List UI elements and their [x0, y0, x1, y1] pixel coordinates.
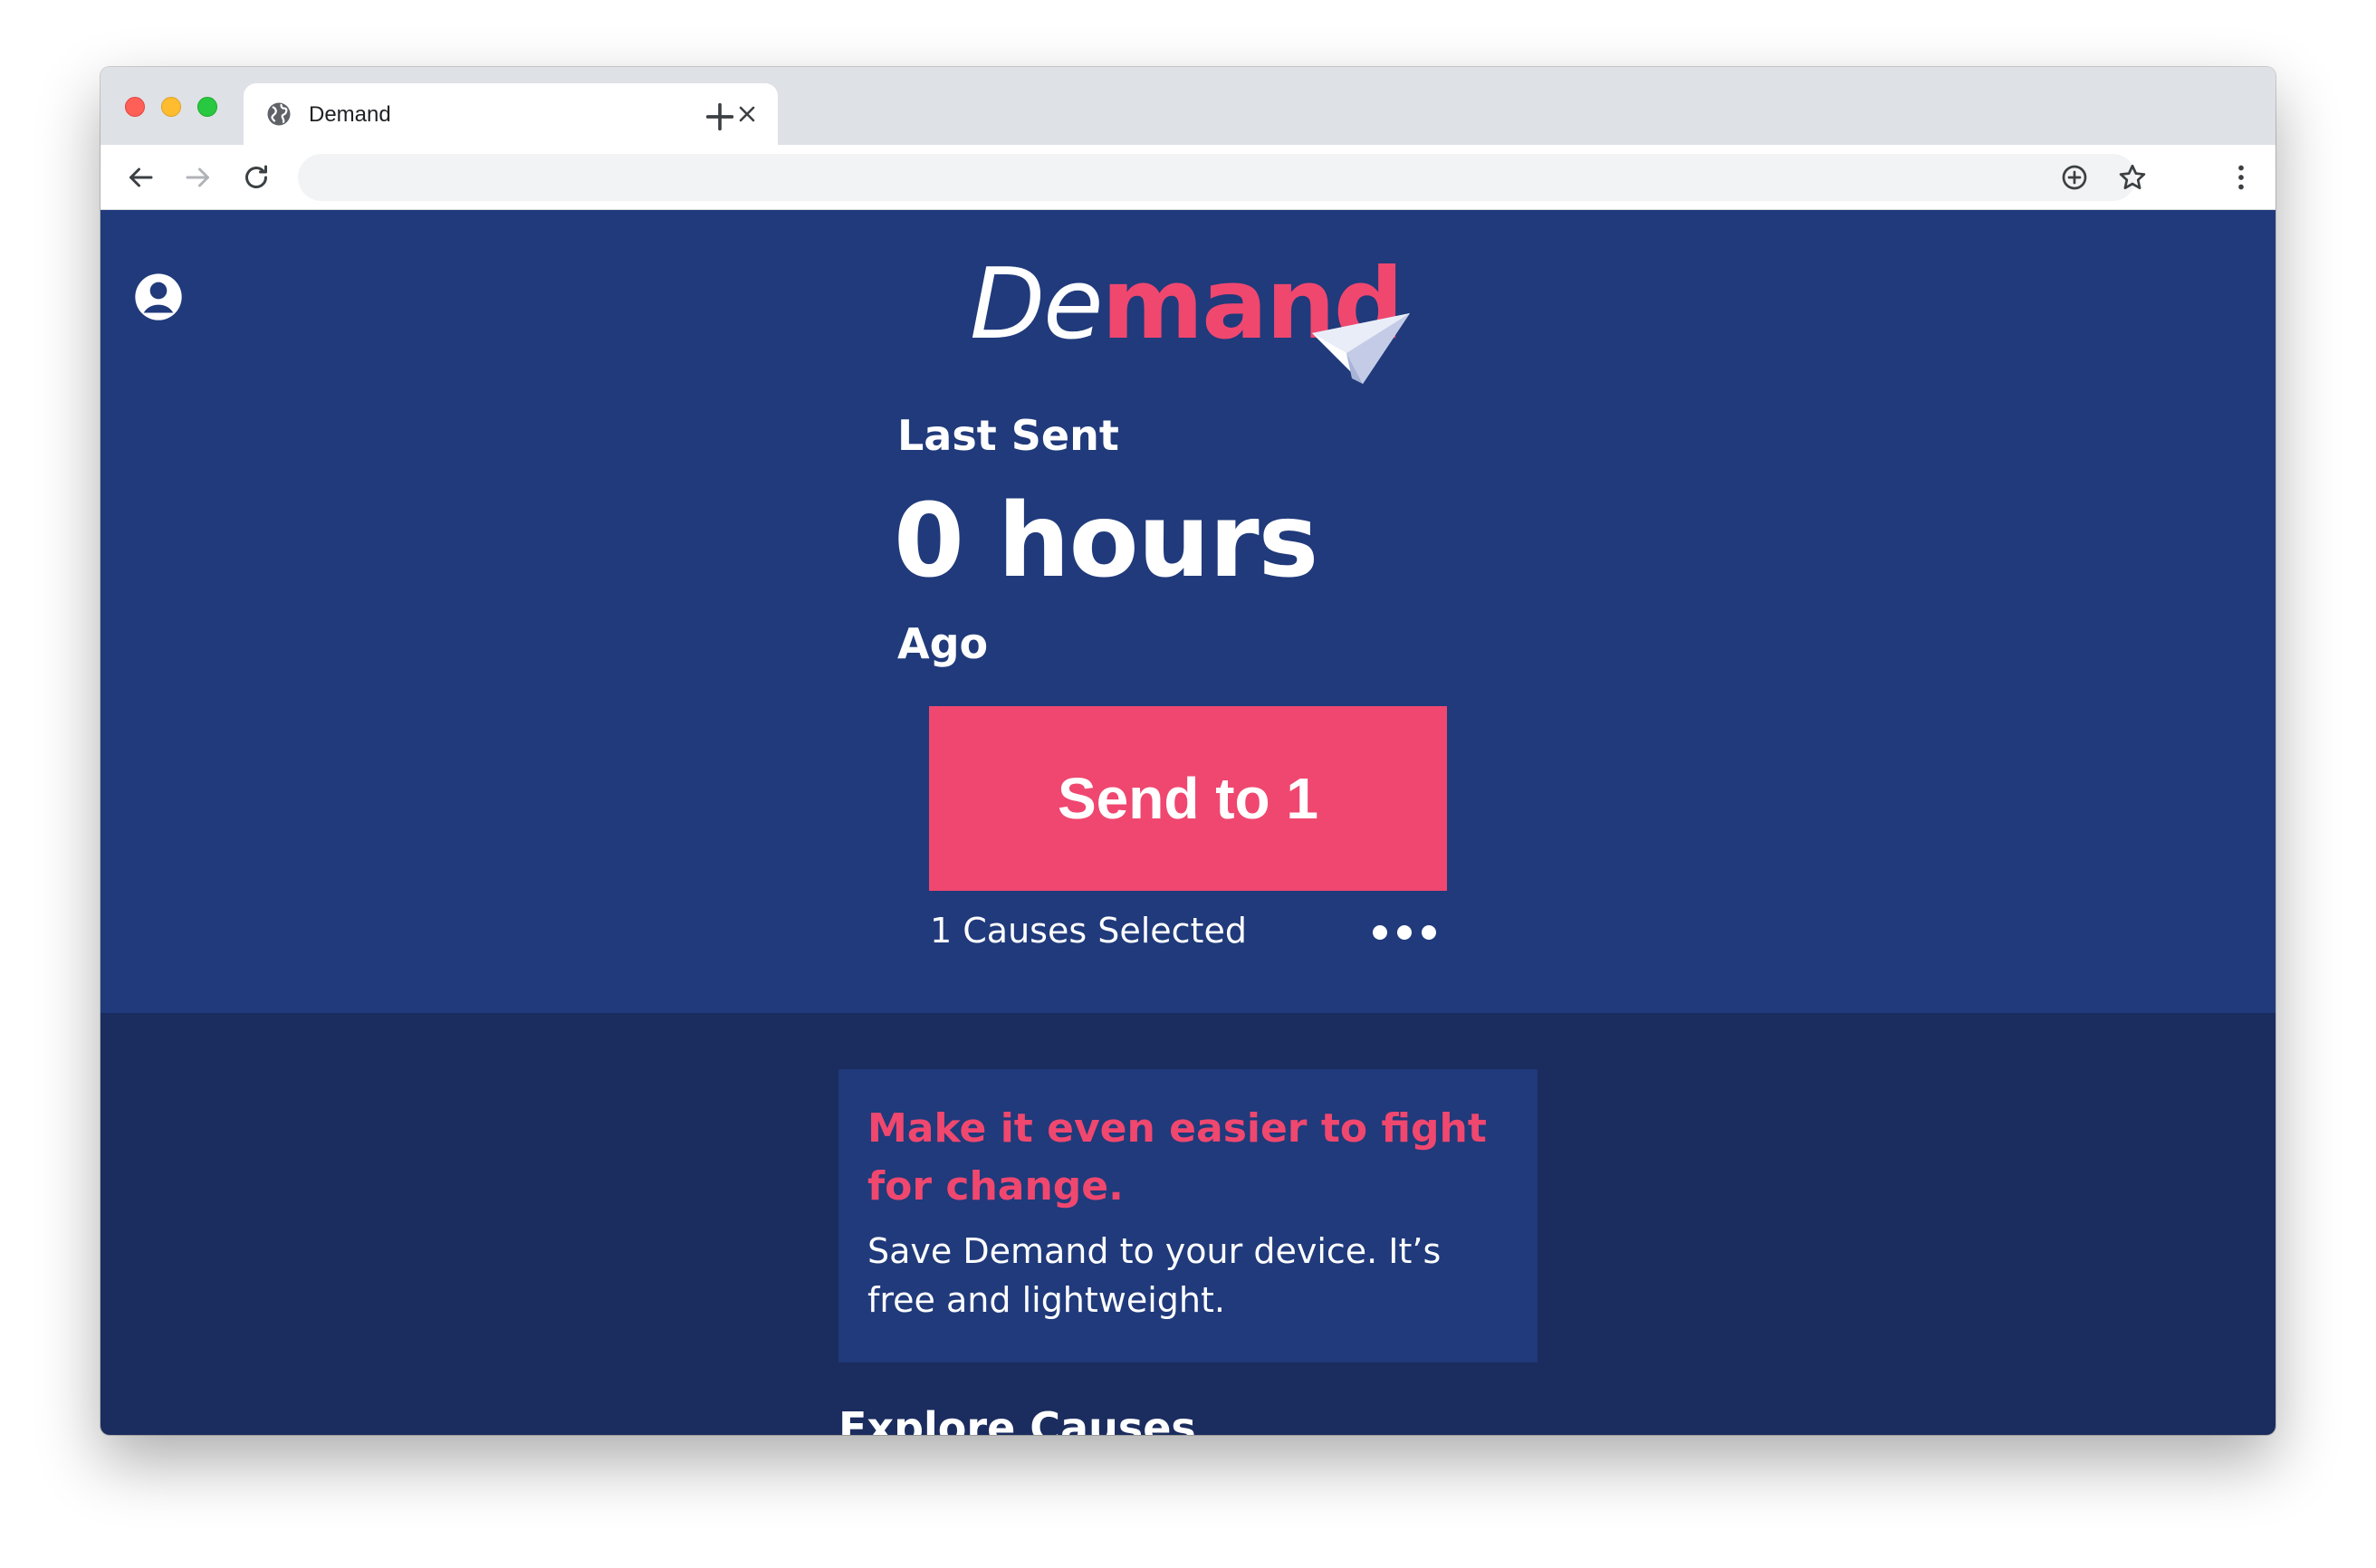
forward-arrow-icon[interactable]: [182, 161, 215, 194]
browser-toolbar: [101, 145, 2275, 210]
tab-demand[interactable]: Demand: [244, 83, 778, 145]
globe-icon: [267, 102, 291, 126]
add-icon[interactable]: [2058, 161, 2091, 194]
send-button[interactable]: Send to 1: [929, 706, 1447, 891]
install-banner[interactable]: Make it even easier to fight for change.…: [838, 1069, 1538, 1362]
last-sent-suffix: Ago: [897, 619, 989, 668]
hero-section: Demand Last Sent 0 hours Ago Send to 1 1…: [101, 210, 2275, 1013]
page-content: Demand Last Sent 0 hours Ago Send to 1 1…: [101, 210, 2275, 1435]
kebab-menu-icon[interactable]: [2225, 161, 2257, 194]
star-icon[interactable]: [2116, 161, 2149, 194]
ellipsis-icon[interactable]: [1368, 912, 1441, 953]
logo-text-light: De: [970, 248, 1104, 361]
last-sent-value: 0 hours: [894, 483, 1318, 600]
install-banner-body: Save Demand to your device. It’s free an…: [867, 1231, 1442, 1320]
account-circle-icon[interactable]: [133, 272, 184, 322]
close-window-button[interactable]: [125, 97, 145, 117]
app-logo: Demand: [970, 246, 1441, 384]
minimize-window-button[interactable]: [161, 97, 181, 117]
install-banner-heading: Make it even easier to fight for change.: [867, 1105, 1487, 1209]
last-sent-label: Last Sent: [897, 411, 1119, 460]
paper-plane-icon: [1312, 313, 1410, 384]
maximize-window-button[interactable]: [197, 97, 217, 117]
tab-title: Demand: [309, 102, 391, 127]
tab-strip: Demand: [101, 67, 2275, 145]
address-bar[interactable]: [298, 154, 2146, 201]
reload-icon[interactable]: [240, 161, 273, 194]
close-tab-icon[interactable]: [734, 101, 760, 127]
causes-selected-text: 1 Causes Selected: [930, 911, 1247, 951]
new-tab-icon[interactable]: [702, 99, 738, 135]
browser-window: Demand Demand Last Sent 0 hours Ago Send…: [101, 67, 2275, 1435]
explore-causes-heading: Explore Causes: [838, 1403, 1196, 1435]
back-arrow-icon[interactable]: [124, 161, 157, 194]
